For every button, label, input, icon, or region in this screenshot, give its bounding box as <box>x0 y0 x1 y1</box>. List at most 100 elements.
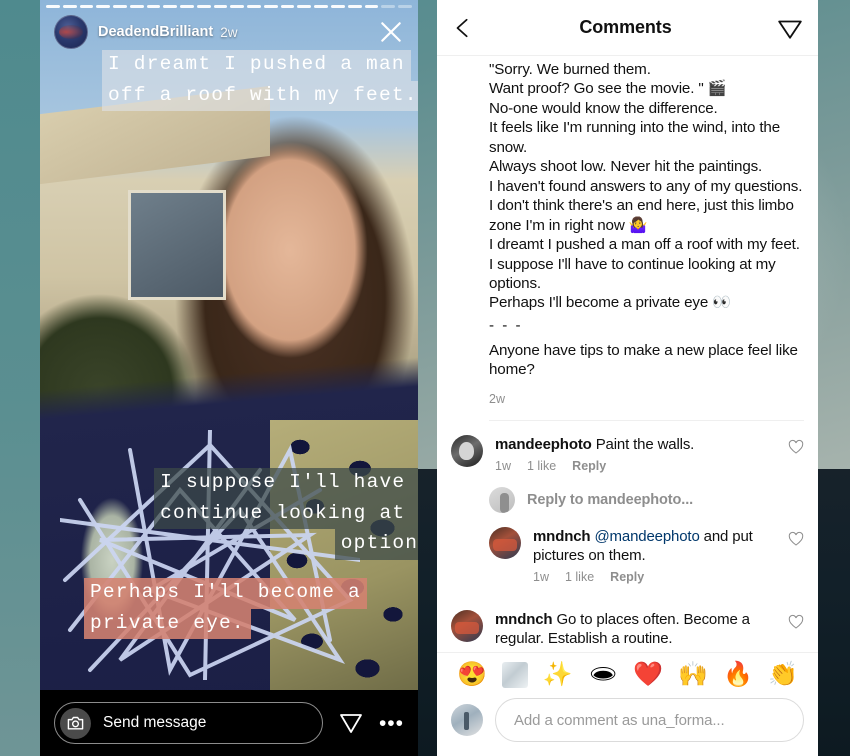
caption-line: I haven't found answers to any of my que… <box>489 177 803 195</box>
emoji-heart-eyes[interactable]: 😍 <box>457 663 487 687</box>
story-progress-segment[interactable] <box>398 5 412 8</box>
story-progress-segment[interactable] <box>180 5 194 8</box>
story-progress-segment[interactable] <box>263 5 278 8</box>
caption-line: I dreamt I pushed a man off a roof with … <box>489 236 800 254</box>
overlay-line: I suppose I'll have to <box>154 468 418 499</box>
comment-username[interactable]: mndnch <box>495 611 553 628</box>
caption-line: Want proof? Go see the movie. " 🎬 <box>489 80 727 98</box>
story-text-overlay-middle: I suppose I'll have to continue looking … <box>100 468 418 561</box>
reply-stub-label[interactable]: Reply to mandeephoto... <box>527 492 693 508</box>
comment-row[interactable]: mandeephoto Paint the walls. 1w 1 like R… <box>437 421 818 473</box>
camera-icon[interactable] <box>60 707 91 739</box>
comment-mention[interactable]: @mandeephoto <box>594 528 699 545</box>
story-progress-segment[interactable] <box>46 5 60 8</box>
story-text-overlay-top: I dreamt I pushed a man off a roof with … <box>102 50 418 112</box>
story-progress-segment[interactable] <box>146 5 161 8</box>
story-progress-segment[interactable] <box>163 5 178 8</box>
avatar[interactable] <box>451 434 483 467</box>
comment-text: mandeephoto Paint the walls. <box>495 435 782 454</box>
emoji-clap[interactable]: 👏 <box>768 663 798 687</box>
comment-username[interactable]: mndnch <box>533 528 591 545</box>
back-chevron-icon[interactable] <box>452 17 474 39</box>
comment-meta: 1w 1 like Reply <box>533 570 782 584</box>
comment-likes[interactable]: 1 like <box>565 570 594 584</box>
overlay-line: I dreamt I pushed a man <box>102 50 411 81</box>
story-progress-segment[interactable] <box>129 5 144 8</box>
overlay-line: options. <box>334 529 418 561</box>
story-panel: DeadendBrilliant 2w I dreamt I pushed a … <box>40 0 418 756</box>
avatar[interactable] <box>489 526 521 559</box>
comments-footer: 😍 ✨ 🕳 ❤️ 🙌 🔥 👏 Add a comment as una_form… <box>437 652 818 756</box>
story-progress-segment[interactable] <box>113 5 127 8</box>
caption-line: I suppose I'll have to continue looking … <box>489 255 776 292</box>
comments-header: Comments <box>437 0 818 56</box>
story-progress-segment[interactable] <box>79 5 94 8</box>
comment-text: mndnch Go to places often. Become a regu… <box>495 610 782 648</box>
reply-stub[interactable]: Reply to mandeephoto... <box>437 473 818 513</box>
story-progress-segment[interactable] <box>381 5 396 8</box>
photo-window <box>128 190 226 300</box>
share-icon[interactable] <box>339 711 363 735</box>
reply-button[interactable]: Reply <box>610 570 644 584</box>
story-progress-segment[interactable] <box>280 5 295 8</box>
more-options-icon[interactable]: ••• <box>379 713 404 734</box>
heart-outline-icon[interactable] <box>788 614 804 630</box>
avatar <box>489 486 515 513</box>
comment-timestamp: 1w <box>495 458 511 473</box>
comment-row[interactable]: mndnch @mandeephoto and put pictures on … <box>437 513 818 584</box>
comment-row[interactable]: mndnch Go to places often. Become a regu… <box>437 584 818 652</box>
story-progress-segment[interactable] <box>96 5 111 8</box>
story-progress-segment[interactable] <box>247 5 261 8</box>
emoji-raising-hands[interactable]: 🙌 <box>678 663 708 687</box>
overlay-line: continue looking at my <box>154 498 418 530</box>
story-text-overlay-bottom: Perhaps I'll become a private eye. <box>84 578 418 640</box>
avatar[interactable] <box>451 609 483 642</box>
emoji-hole[interactable]: 🕳 <box>588 663 618 687</box>
emoji-sparkles[interactable]: ✨ <box>543 663 573 687</box>
send-message-placeholder: Send message <box>103 714 207 731</box>
comment-username[interactable]: mandeephoto <box>495 436 592 453</box>
comment-likes[interactable]: 1 like <box>527 459 556 473</box>
story-username[interactable]: DeadendBrilliant <box>98 24 213 40</box>
overlay-line: off a roof with my feet. <box>102 80 418 112</box>
story-timestamp: 2w <box>220 24 238 40</box>
close-icon[interactable] <box>378 19 404 45</box>
story-progress-segment[interactable] <box>331 5 345 8</box>
caption-timestamp: 2w <box>489 391 505 406</box>
send-message-input[interactable]: Send message <box>54 702 323 744</box>
story-progress-segment[interactable] <box>364 5 379 8</box>
caption-line: "Sorry. We burned them. <box>489 61 651 78</box>
emoji-red-heart[interactable]: ❤️ <box>633 663 663 687</box>
story-progress-segment[interactable] <box>196 5 211 8</box>
caption-line: Always shoot low. Never hit the painting… <box>489 158 763 176</box>
caption-line: It feels like I'm running into the wind,… <box>489 119 781 156</box>
comment-meta: 1w 1 like Reply <box>495 459 782 473</box>
story-progress-bar[interactable] <box>40 5 418 8</box>
comment-text: mndnch @mandeephoto and put pictures on … <box>533 527 782 565</box>
comment-input[interactable]: Add a comment as una_forma... <box>495 698 804 742</box>
emoji-moon-icon[interactable] <box>501 662 528 688</box>
story-progress-segment[interactable] <box>347 5 362 8</box>
comments-list[interactable]: "Sorry. We burned them. Want proof? Go s… <box>437 56 818 652</box>
comment-input-row: Add a comment as una_forma... <box>437 694 818 756</box>
post-caption: "Sorry. We burned them. Want proof? Go s… <box>437 56 818 421</box>
quick-emoji-row: 😍 ✨ 🕳 ❤️ 🙌 🔥 👏 <box>437 653 818 694</box>
comments-panel: Comments "Sorry. We burned them. Want pr… <box>437 0 818 756</box>
avatar[interactable] <box>451 704 483 736</box>
story-header: DeadendBrilliant 2w <box>40 12 418 52</box>
heart-outline-icon[interactable] <box>788 439 804 455</box>
heart-outline-icon[interactable] <box>788 531 804 547</box>
story-author-avatar[interactable] <box>54 15 88 49</box>
comment-timestamp: 1w <box>533 569 549 584</box>
story-progress-segment[interactable] <box>230 5 245 8</box>
story-progress-segment[interactable] <box>213 5 228 8</box>
story-progress-segment[interactable] <box>314 5 329 8</box>
story-footer: Send message ••• <box>40 690 418 756</box>
story-progress-segment[interactable] <box>297 5 312 8</box>
reply-button[interactable]: Reply <box>572 459 606 473</box>
emoji-fire[interactable]: 🔥 <box>723 663 753 687</box>
caption-line: Perhaps I'll become a private eye 👀 <box>489 294 731 312</box>
caption-separator: - - - <box>489 316 523 334</box>
share-icon[interactable] <box>777 15 803 41</box>
story-progress-segment[interactable] <box>62 5 77 8</box>
